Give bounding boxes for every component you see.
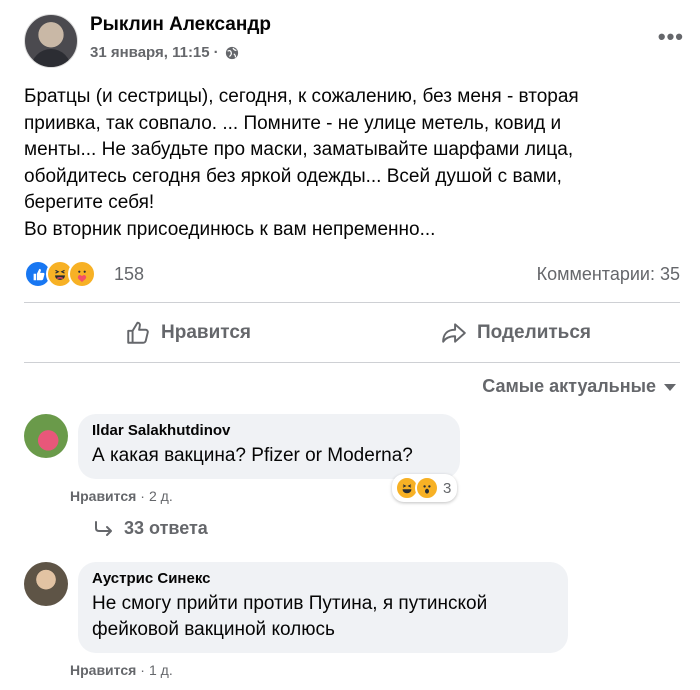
meta-separator: · [213, 44, 219, 61]
comment-reaction-count: 3 [443, 479, 452, 497]
comment-bubble: Аустрис Синекс Не смогу прийти против Пу… [78, 562, 568, 653]
share-button[interactable]: Поделиться [352, 306, 680, 360]
reaction-count[interactable]: 158 [114, 264, 144, 285]
share-arrow-icon [442, 323, 466, 343]
commenter-avatar[interactable] [24, 562, 68, 606]
caret-down-icon [664, 384, 676, 391]
comment-reactions[interactable]: 3 [392, 474, 458, 502]
divider [24, 362, 680, 363]
reply-arrow-icon [95, 520, 112, 536]
care-icon [68, 260, 96, 288]
comment-meta: Нравится · 2 д. [70, 488, 173, 504]
commenter-avatar[interactable] [24, 414, 68, 458]
post-actions: Нравится Поделиться [24, 306, 680, 360]
share-label: Поделиться [476, 322, 592, 343]
comment-like-button[interactable]: Нравится [70, 488, 136, 504]
reaction-icons[interactable] [24, 260, 96, 288]
sort-label: Самые актуальные [482, 376, 656, 396]
commenter-name[interactable]: Аустрис Синекс [92, 570, 554, 587]
comment-sort-dropdown[interactable]: Самые актуальные [482, 376, 676, 397]
post-card: Рыклин Александр 31 января, 11:15 · ••• … [0, 0, 700, 690]
globe-icon [225, 46, 238, 59]
thumbs-up-icon [127, 321, 149, 344]
comments-count[interactable]: Комментарии: 35 [537, 264, 680, 285]
comment-time[interactable]: 2 д. [149, 488, 173, 504]
divider [24, 302, 680, 303]
like-button[interactable]: Нравится [24, 306, 352, 360]
meta-separator: · [140, 488, 145, 504]
comment-time[interactable]: 1 д. [149, 662, 173, 678]
commenter-name[interactable]: Ildar Salakhutdinov [92, 422, 446, 439]
post-text: Братцы (и сестрицы), сегодня, к сожалени… [24, 86, 579, 240]
comment-meta: Нравится · 1 д. [70, 662, 173, 678]
post-date[interactable]: 31 января, 11:15 [90, 44, 210, 61]
more-options-icon[interactable]: ••• [658, 24, 684, 50]
view-replies-button[interactable]: 33 ответа [94, 518, 208, 539]
post-meta: 31 января, 11:15 · [90, 44, 239, 61]
comment-text: Не смогу прийти против Путина, я путинск… [92, 593, 488, 640]
reactions-bar: 158 Комментарии: 35 [24, 260, 680, 290]
comment-like-button[interactable]: Нравится [70, 662, 136, 678]
wow-icon [415, 476, 439, 500]
replies-label: 33 ответа [124, 518, 208, 538]
like-label: Нравится [161, 322, 251, 343]
comment-text: А какая вакцина? Pfizer or Moderna? [92, 445, 413, 466]
comment-bubble: Ildar Salakhutdinov А какая вакцина? Pfi… [78, 414, 460, 479]
post-header: Рыклин Александр 31 января, 11:15 · ••• [24, 14, 684, 70]
author-name[interactable]: Рыклин Александр [90, 14, 271, 36]
author-avatar[interactable] [24, 14, 78, 68]
meta-separator: · [140, 662, 145, 678]
